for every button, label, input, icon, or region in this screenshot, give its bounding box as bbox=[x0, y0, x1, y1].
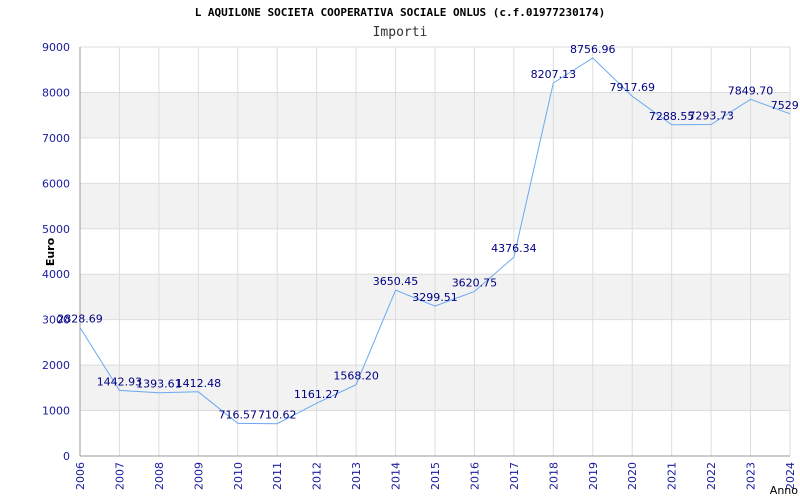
y-tick-label: 0 bbox=[63, 450, 70, 463]
chart: L AQUILONE SOCIETA COOPERATIVA SOCIALE O… bbox=[0, 0, 800, 500]
y-tick-label: 6000 bbox=[42, 177, 70, 190]
y-tick-label: 8000 bbox=[42, 86, 70, 99]
x-tick-label: 2018 bbox=[547, 462, 560, 490]
y-tick-label: 4000 bbox=[42, 268, 70, 281]
data-label: 3299.51 bbox=[412, 291, 458, 304]
x-tick-label: 2008 bbox=[153, 462, 166, 490]
data-label: 8756.96 bbox=[570, 43, 616, 56]
x-tick-label: 2022 bbox=[705, 462, 718, 490]
data-label: 710.62 bbox=[258, 409, 297, 422]
x-tick-label: 2020 bbox=[626, 462, 639, 490]
x-tick-label: 2013 bbox=[350, 462, 363, 490]
y-tick-label: 1000 bbox=[42, 405, 70, 418]
x-tick-label: 2010 bbox=[232, 462, 245, 490]
x-tick-label: 2017 bbox=[508, 462, 521, 490]
data-label: 1412.48 bbox=[176, 377, 222, 390]
x-tick-label: 2019 bbox=[587, 462, 600, 490]
data-label: 1568.20 bbox=[333, 370, 379, 383]
x-tick-label: 2021 bbox=[666, 462, 679, 490]
x-tick-label: 2014 bbox=[390, 462, 403, 490]
data-label: 7529.2 bbox=[771, 99, 800, 112]
x-tick-label: 2007 bbox=[113, 462, 126, 490]
data-label: 3650.45 bbox=[373, 275, 419, 288]
x-tick-label: 2009 bbox=[192, 462, 205, 490]
x-axis-label: Anno bbox=[770, 484, 798, 497]
data-label: 4376.34 bbox=[491, 242, 537, 255]
x-tick-label: 2015 bbox=[429, 462, 442, 490]
data-label: 8207.13 bbox=[531, 68, 577, 81]
data-label: 7293.73 bbox=[688, 110, 734, 123]
x-tick-label: 2011 bbox=[271, 462, 284, 490]
y-axis-label: Euro bbox=[44, 237, 57, 266]
y-tick-label: 7000 bbox=[42, 132, 70, 145]
plot-area: 0100020003000400050006000700080009000200… bbox=[42, 41, 800, 497]
y-tick-label: 5000 bbox=[42, 223, 70, 236]
x-tick-label: 2023 bbox=[745, 462, 758, 490]
data-label: 716.57 bbox=[219, 408, 258, 421]
x-tick-label: 2016 bbox=[468, 462, 481, 490]
y-tick-label: 2000 bbox=[42, 359, 70, 372]
x-tick-label: 2012 bbox=[311, 462, 324, 490]
data-label: 2828.69 bbox=[57, 312, 103, 325]
data-label: 7917.69 bbox=[609, 81, 655, 94]
data-label: 7849.70 bbox=[728, 84, 774, 97]
data-label: 3620.75 bbox=[452, 276, 498, 289]
data-label: 1161.27 bbox=[294, 388, 340, 401]
y-tick-label: 9000 bbox=[42, 41, 70, 54]
x-tick-label: 2006 bbox=[74, 462, 87, 490]
